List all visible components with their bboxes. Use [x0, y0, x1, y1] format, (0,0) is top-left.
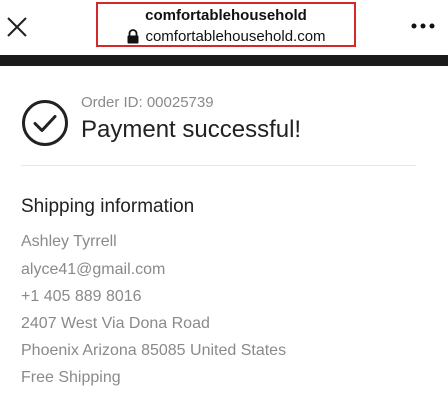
page-header-strip — [0, 55, 448, 66]
more-options-icon — [411, 23, 435, 29]
url-text: comfortablehousehold.com — [145, 28, 326, 45]
close-button[interactable] — [0, 8, 34, 46]
order-id: Order ID: 00025739 — [81, 94, 214, 111]
more-options-button[interactable] — [408, 16, 438, 36]
checkmark-circle-icon — [22, 100, 68, 146]
shipping-city-line: Phoenix Arizona 85085 United States — [21, 342, 287, 359]
checkout-confirmation-page: comfortablehousehold comfortablehousehol… — [0, 0, 448, 402]
shipping-street: 2407 West Via Dona Road — [21, 315, 210, 332]
divider — [21, 165, 416, 166]
shipping-method: Free Shipping — [21, 369, 121, 386]
site-title: comfortablehousehold — [145, 7, 307, 24]
lock-icon — [127, 29, 139, 44]
close-icon — [7, 17, 27, 37]
url-line: comfortablehousehold.com — [98, 28, 354, 45]
shipping-email: alyce41@gmail.com — [21, 261, 166, 278]
shipping-phone: +1 405 889 8016 — [21, 288, 142, 305]
payment-status-heading: Payment successful! — [81, 116, 302, 143]
shipping-section-title: Shipping information — [21, 196, 195, 217]
shipping-name: Ashley Tyrrell — [21, 233, 117, 250]
browser-top-bar: comfortablehousehold comfortablehousehol… — [0, 0, 448, 55]
address-bar[interactable]: comfortablehousehold comfortablehousehol… — [96, 2, 356, 47]
